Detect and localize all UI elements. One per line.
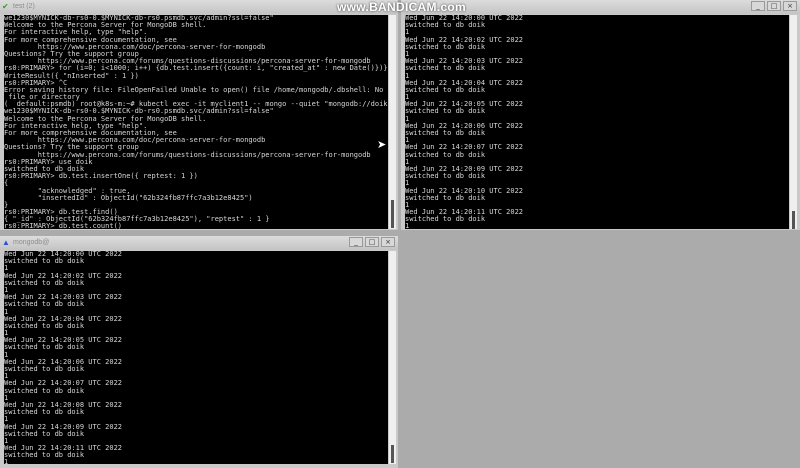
terminal-line: switched to db doik [4, 278, 85, 287]
minimize-button[interactable]: _ [349, 237, 363, 247]
terminal-line: switched to db doik [405, 107, 486, 116]
terminal-line: switched to db doik [4, 451, 85, 460]
checkmark-icon: ✔ [2, 2, 9, 11]
title-bar[interactable]: ▲ mongodb@ _ □ × [0, 236, 398, 250]
terminal-line: switched to db doik [405, 85, 486, 94]
terminal-window-watch-top[interactable]: _ □ × Wed Jun 22 14:20:00 UTC 2022 switch… [401, 0, 800, 230]
terminal-line: "insertedId" : ObjectId("62b324fb87ffc7a… [4, 193, 253, 202]
terminal-line: 1 [405, 222, 410, 229]
maximize-button[interactable]: □ [365, 237, 379, 247]
scrollbar[interactable] [389, 251, 396, 464]
terminal-line: switched to db doik [405, 42, 486, 51]
scrollbar-thumb[interactable] [391, 200, 394, 228]
watermark: www.BANDICAM.com [337, 0, 467, 14]
scrollbar[interactable] [389, 15, 396, 229]
terminal-line: switched to db doik [4, 429, 85, 438]
terminal-line: switched to db doik [4, 386, 85, 395]
scrollbar-thumb[interactable] [391, 445, 394, 463]
mouse-cursor-icon: ➤ [377, 138, 387, 151]
terminal-window-watch-bottom[interactable]: ▲ mongodb@ _ □ × Wed Jun 22 14:20:00 UTC… [0, 236, 398, 468]
warning-icon: ▲ [2, 238, 10, 247]
terminal-line: switched to db doik [4, 365, 85, 373]
terminal-line: switched to db doik [4, 343, 85, 352]
terminal-line: switched to db doik [4, 257, 85, 266]
close-button[interactable]: × [783, 1, 797, 11]
terminal-line: switched to db doik [405, 64, 486, 73]
terminal-line: rs0:PRIMARY> db.test.count() [4, 222, 123, 229]
terminal-line: switched to db doik [4, 300, 85, 309]
terminal-line: 1 [4, 458, 9, 464]
window-title: mongodb@ [13, 239, 50, 246]
terminal-output[interactable]: Wed Jun 22 14:20:00 UTC 2022 switched to … [405, 15, 789, 229]
terminal-line: switched to db doik [405, 150, 486, 159]
close-button[interactable]: × [381, 237, 395, 247]
terminal-line: switched to db doik [405, 129, 486, 137]
terminal-line: switched to db doik [4, 321, 85, 330]
terminal-output[interactable]: Wed Jun 22 14:20:00 UTC 2022 switched to … [4, 251, 388, 464]
window-title: test (2) [13, 3, 35, 10]
terminal-line: switched to db doik [405, 172, 486, 181]
empty-pane [401, 232, 800, 468]
terminal-window-main[interactable]: ✔ test (2) we1230$MYNICK-db-rs0-0.$MYNIC… [0, 0, 398, 230]
terminal-line: switched to db doik [405, 193, 486, 202]
terminal-line: switched to db doik [405, 215, 486, 224]
terminal-line: switched to db doik [405, 21, 486, 30]
scrollbar-thumb[interactable] [792, 211, 795, 229]
terminal-line: rs0:PRIMARY> db.test.insertOne({ reptest… [4, 172, 198, 181]
minimize-button[interactable]: _ [751, 1, 765, 11]
terminal-line: switched to db doik [4, 408, 85, 417]
maximize-button[interactable]: □ [767, 1, 781, 11]
scrollbar[interactable] [790, 15, 797, 229]
terminal-output[interactable]: we1230$MYNICK-db-rs0-0.$MYNICK-db-rs0.ps… [4, 15, 388, 229]
